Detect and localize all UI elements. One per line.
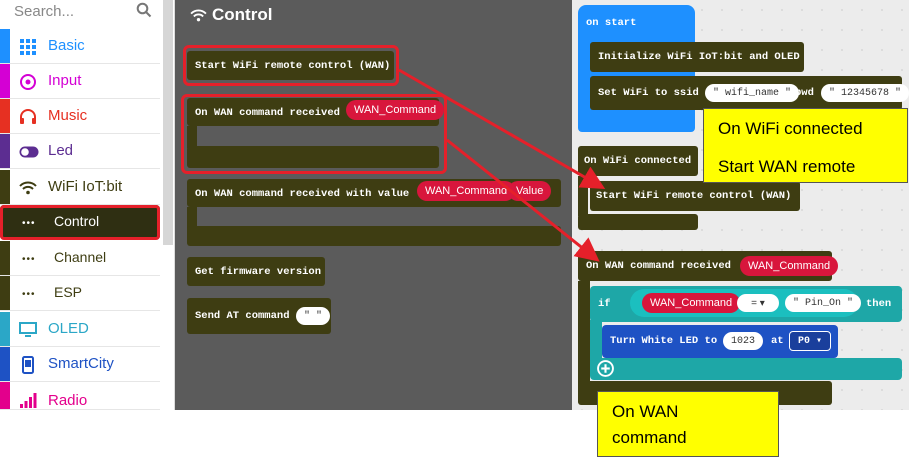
category-oled[interactable]: OLED: [0, 312, 160, 347]
note-line: On WAN: [612, 402, 679, 421]
pwd-input[interactable]: " 12345678 ": [821, 84, 909, 102]
note-line: command: [612, 428, 687, 447]
if-label: if: [598, 298, 611, 310]
variable-value[interactable]: Value: [508, 181, 552, 201]
wifi-icon: [19, 181, 37, 195]
compare-string-input[interactable]: " Pin_On ": [785, 294, 862, 312]
search-icon[interactable]: [136, 2, 152, 18]
category-label: WiFi IoT:bit: [48, 178, 123, 195]
category-label: Music: [48, 107, 88, 124]
string-input[interactable]: " ": [296, 307, 331, 325]
search-box[interactable]: Search...: [0, 0, 160, 26]
category-input[interactable]: Input: [0, 64, 160, 99]
variable-wan-command[interactable]: WAN_Command: [642, 293, 741, 313]
category-color-bar: [0, 99, 10, 133]
subcategory-channel[interactable]: ••• Channel: [0, 241, 160, 276]
subcategory-control[interactable]: ••• Control: [0, 205, 160, 240]
pin-dropdown[interactable]: P0 ▾: [789, 331, 831, 351]
category-label: Control: [54, 213, 100, 229]
category-smartcity[interactable]: SmartCity: [0, 347, 160, 382]
category-label: SmartCity: [48, 355, 114, 372]
block-start-wan[interactable]: Start WiFi remote control (WAN): [590, 181, 800, 211]
grid-icon: [20, 39, 36, 55]
phone-icon: [22, 356, 34, 374]
toggle-icon: [19, 146, 39, 158]
dots-icon: •••: [22, 254, 36, 265]
category-label: Led: [48, 142, 74, 159]
block-label: on start: [586, 17, 637, 29]
monitor-icon: [19, 322, 37, 337]
wifi-icon: [190, 9, 207, 22]
search-placeholder[interactable]: Search...: [14, 3, 74, 20]
annotation-note: On WiFi connected Start WAN remote: [703, 108, 908, 183]
variable-wan-command[interactable]: WAN_Command: [740, 256, 839, 276]
category-color-bar: [0, 29, 10, 63]
category-wifi-iotbit[interactable]: WiFi IoT:bit: [0, 170, 160, 205]
category-music[interactable]: Music: [0, 99, 160, 134]
operator-dropdown[interactable]: = ▾: [737, 294, 779, 312]
block-label: Initialize WiFi IoT:bit and OLED: [598, 51, 800, 63]
category-color-bar: [0, 170, 10, 204]
category-color-bar: [0, 276, 10, 310]
category-label: Input: [48, 72, 82, 89]
at-label: at: [771, 335, 784, 347]
pwd-label: pwd: [795, 87, 814, 99]
category-label: Radio: [48, 392, 88, 409]
block-label: Send AT command: [195, 310, 290, 322]
category-label: ESP: [54, 284, 83, 300]
category-label: Basic: [48, 37, 85, 54]
block-init-wifi-oled[interactable]: Initialize WiFi IoT:bit and OLED: [590, 42, 804, 72]
category-color-bar: [0, 134, 10, 168]
highlight-box: [183, 45, 399, 86]
annotation-note: On WAN command: [597, 391, 779, 457]
block-label: On WAN command received with value: [195, 188, 410, 200]
flyout-title: Control: [212, 5, 273, 24]
dots-icon: •••: [22, 289, 36, 300]
variable-wan-command[interactable]: WAN_Command: [417, 181, 516, 201]
block-on-wifi-connected[interactable]: On WiFi connected: [578, 146, 698, 176]
category-basic[interactable]: Basic: [0, 29, 160, 64]
category-color-bar: [0, 241, 10, 275]
block-c-arm: [578, 176, 588, 216]
category-color-bar: [0, 64, 10, 98]
block-label: Get firmware version: [195, 266, 322, 278]
subcategory-esp[interactable]: ••• ESP: [0, 276, 160, 311]
toolbox-scrollbar[interactable]: [163, 0, 173, 245]
block-label: On WAN command received: [586, 260, 731, 272]
category-radio[interactable]: Radio: [0, 382, 160, 410]
category-color-bar: [0, 312, 10, 346]
block-footer: [578, 214, 698, 230]
block-label: Set WiFi to ssid: [598, 87, 699, 99]
add-else-icon[interactable]: [597, 360, 614, 377]
block-c-arm: [578, 281, 590, 391]
block-if-footer: [590, 358, 902, 380]
led-value-input[interactable]: 1023: [723, 332, 764, 350]
category-led[interactable]: Led: [0, 134, 160, 169]
then-label: then: [866, 298, 892, 310]
signal-icon: [20, 393, 37, 408]
target-icon: [20, 74, 36, 90]
category-label: OLED: [48, 320, 89, 337]
ssid-input[interactable]: " wifi_name ": [705, 84, 800, 102]
highlight-box: [181, 94, 447, 174]
block-label: Turn White LED to: [610, 335, 718, 347]
block-label: On WiFi connected: [584, 155, 692, 167]
dots-icon: •••: [22, 218, 36, 229]
note-line: Start WAN remote: [718, 157, 856, 176]
category-color-bar: [0, 382, 10, 409]
block-label: Start WiFi remote control (WAN): [596, 190, 792, 202]
note-line: On WiFi connected: [718, 119, 863, 138]
category-label: Channel: [54, 249, 107, 265]
category-color-bar: [0, 347, 10, 381]
headphones-icon: [20, 109, 36, 124]
block-get-firmware[interactable]: Get firmware version: [187, 257, 325, 286]
block-footer: [187, 226, 561, 246]
